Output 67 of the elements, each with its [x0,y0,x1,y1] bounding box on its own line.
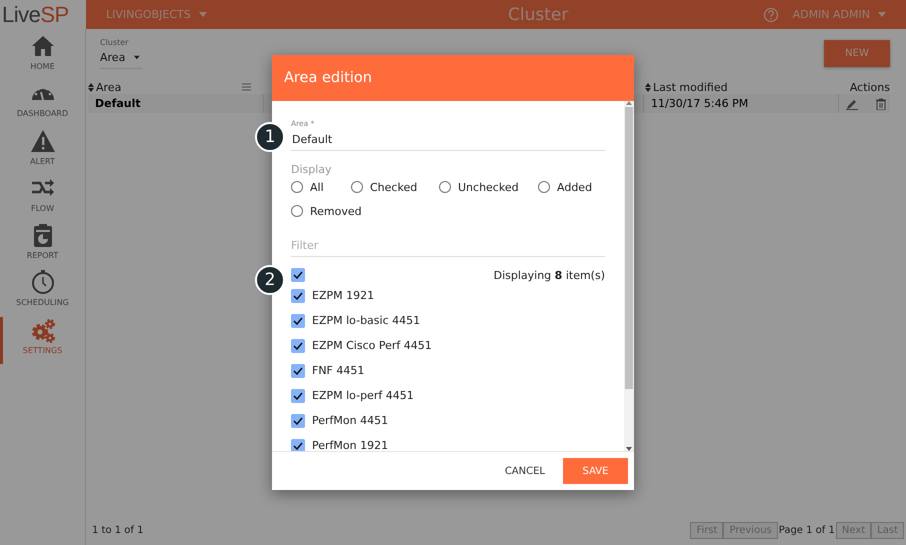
field-label: Display [291,163,333,176]
table-cell-text: Default [94,96,142,112]
item-label: EZPM Cisco Perf 4451 [312,339,432,352]
sidebar-item[interactable]: DASHBOARD [0,80,85,128]
home-icon [30,33,56,59]
field-label: Cluster [100,38,130,47]
new-button[interactable]: NEW [824,40,890,67]
column-header[interactable]: Area [88,80,122,94]
checkbox[interactable] [291,414,305,428]
item-label: PerfMon 4451 [312,414,388,427]
item-label: FNF 4451 [312,364,364,377]
checkbox[interactable] [291,364,305,378]
item-label: EZPM 1921 [312,289,374,302]
sidebar-item[interactable]: HOME [0,33,85,80]
menu-icon[interactable] [242,83,251,91]
stopwatch-icon [30,269,56,296]
pencil-icon[interactable] [846,98,858,110]
dialog-title: Area edition [272,55,634,101]
checkmark-icon [293,342,303,350]
sort-icon [645,82,651,92]
gears-icon [30,316,56,343]
checkmark-icon [293,292,303,300]
filter-field[interactable]: Filter [291,239,605,257]
item-label: PerfMon 1921 [312,439,388,451]
radio-option[interactable]: Removed [291,204,391,218]
item-label: EZPM lo-perf 4451 [312,389,414,402]
sidebar-item[interactable]: REPORT [0,222,85,270]
page-title: Cluster [507,4,570,24]
cancel-button[interactable]: CANCEL [504,460,545,482]
checkmark-icon [293,271,303,279]
radio-option[interactable]: Added [538,180,608,194]
checkmark-icon [293,366,303,374]
sidebar-item[interactable]: FLOW [0,174,85,222]
sidebar-item[interactable]: SCHEDULING [0,269,85,317]
checkmark-icon [293,316,303,324]
checkbox[interactable] [291,438,305,451]
item-count: Displaying 8 item(s) [494,268,605,282]
checkbox[interactable] [291,388,305,402]
checkbox[interactable] [291,268,305,282]
checkbox[interactable] [291,288,305,302]
radio-option[interactable]: Checked [351,180,439,194]
checkmark-icon [293,416,303,424]
checkmark-icon [293,392,303,400]
column-header: Actions [848,80,890,94]
page-indicator: Page 1 of 1 [778,524,836,536]
caret-icon [134,55,140,60]
table-cell: 11/30/17 5:46 PM [643,94,838,113]
scroll-down-icon [626,447,632,451]
area-field[interactable]: Default [291,130,605,151]
checkbox[interactable] [291,314,305,328]
caret-icon [198,12,207,17]
sidebar-item[interactable]: ALERT [0,128,85,175]
record-count: 1 to 1 of 1 [92,524,144,536]
save-button[interactable]: SAVE [563,458,628,484]
warning-icon [30,128,56,154]
checkbox[interactable] [291,338,305,352]
item-label: EZPM lo-basic 4451 [312,314,420,327]
column-header[interactable]: Last modified [643,80,838,94]
radio-option[interactable]: Unchecked [439,180,538,194]
scrollbar[interactable] [624,101,634,451]
checkmark-icon [293,442,303,450]
radio-option[interactable]: All [291,180,351,194]
logo: LiveSP [1,1,70,29]
sort-icon [88,82,94,92]
cluster-dropdown[interactable]: Area [100,47,142,69]
caret-icon [878,12,886,17]
trash-icon[interactable] [876,98,886,110]
